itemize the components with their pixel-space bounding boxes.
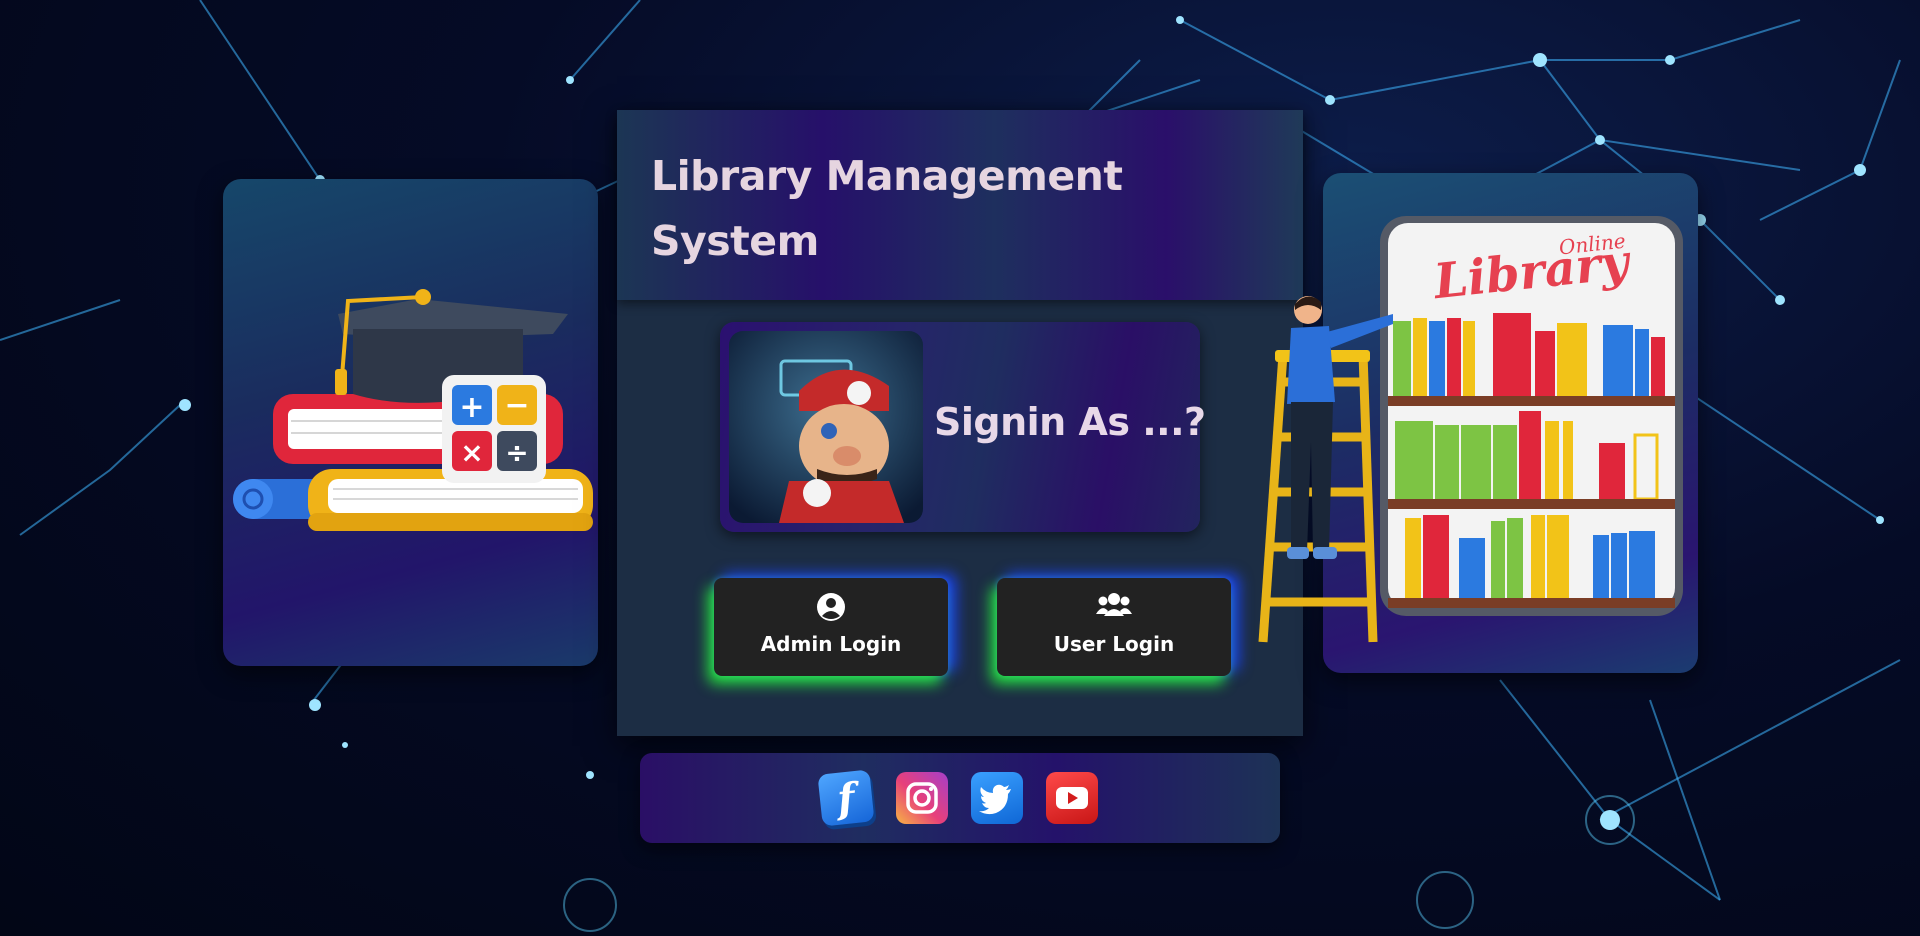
svg-text:×: ×: [460, 436, 483, 469]
users-icon: [1096, 592, 1132, 623]
login-card: Library Management System Signin As ...?…: [617, 110, 1303, 736]
avatar: [729, 331, 923, 523]
social-links-bar: f: [640, 753, 1280, 843]
youtube-icon[interactable]: [1046, 772, 1098, 824]
user-circle-icon: [816, 592, 846, 627]
svg-text:÷: ÷: [505, 436, 528, 469]
admin-login-button[interactable]: Admin Login: [714, 578, 948, 676]
facebook-icon[interactable]: f: [817, 769, 875, 827]
user-login-label: User Login: [1053, 632, 1175, 656]
librarian-ladder-icon: [1258, 296, 1393, 643]
signin-prompt-text: Signin As ...?: [934, 400, 1206, 444]
svg-text:+: +: [459, 390, 484, 425]
page-title: Library Management System: [651, 152, 1123, 265]
user-login-button[interactable]: User Login: [997, 578, 1231, 676]
graduation-books-icon: + − × ÷: [233, 289, 593, 531]
svg-text:−: −: [504, 388, 529, 423]
signin-prompt-card: Signin As ...?: [720, 322, 1206, 532]
instagram-icon[interactable]: [896, 772, 948, 824]
twitter-icon[interactable]: [971, 772, 1023, 824]
mario-avatar-image: [729, 331, 923, 523]
facebook-glyph: f: [834, 773, 858, 823]
admin-login-label: Admin Login: [760, 632, 902, 656]
header: Library Management System: [617, 110, 1303, 300]
left-illustration-card: + − × ÷: [223, 179, 598, 666]
